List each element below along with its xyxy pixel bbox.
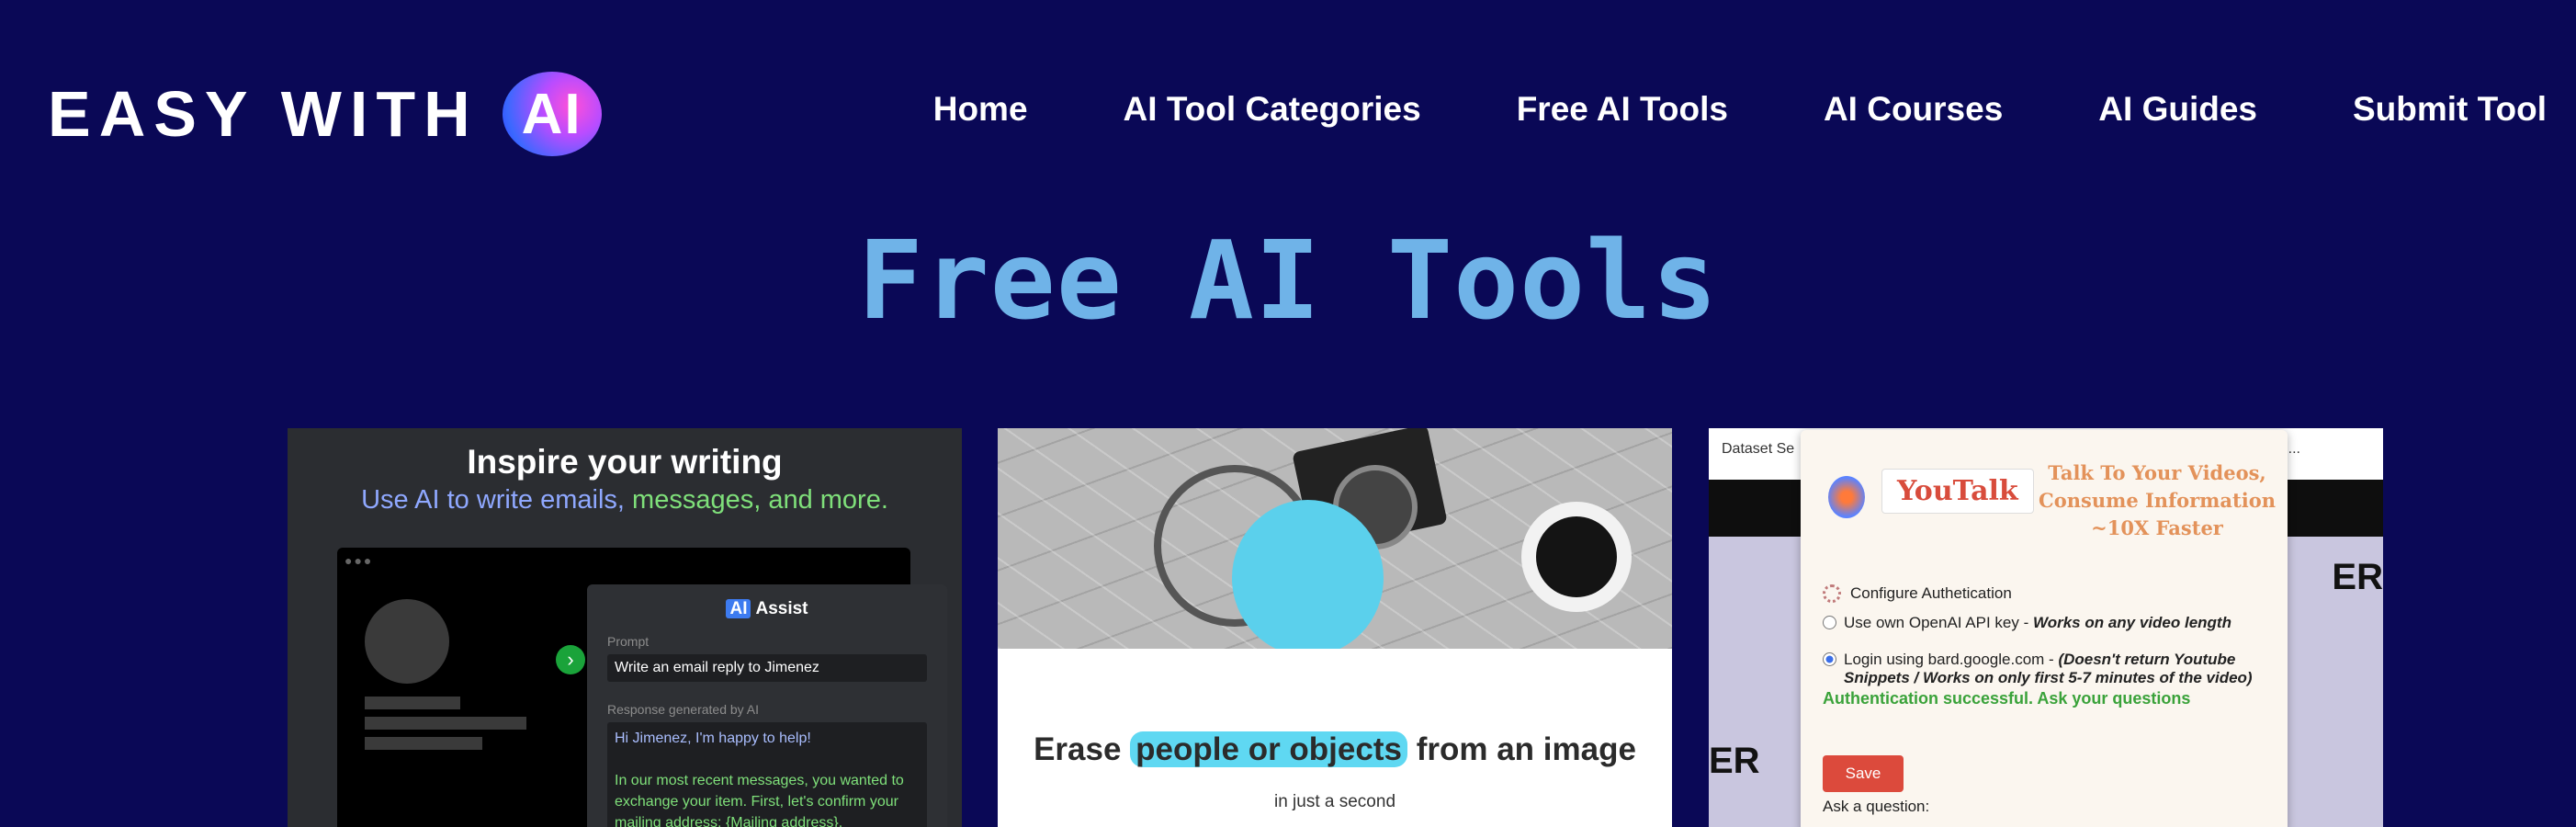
logo-text: EASY WITH — [48, 78, 479, 150]
card-subline: in just a second — [1273, 792, 1396, 811]
headline-highlight: people or objects — [1130, 731, 1407, 767]
nav-ai-tool-categories[interactable]: AI Tool Categories — [1124, 90, 1421, 129]
nav-submit-tool[interactable]: Submit Tool — [2353, 90, 2547, 129]
response-greeting: Hi Jimenez, I'm happy to help! — [615, 731, 811, 746]
response-body: In our most recent messages, you wanted … — [615, 773, 904, 827]
auth-status: Authentication successful. Ask your ques… — [1823, 689, 2191, 708]
tool-card-erase[interactable]: Erase people or objects from an image in… — [998, 428, 1672, 827]
avatar-placeholder — [365, 599, 449, 684]
nav-ai-guides[interactable]: AI Guides — [2098, 90, 2257, 129]
nav-home[interactable]: Home — [933, 90, 1028, 129]
save-button[interactable]: Save — [1823, 755, 1904, 792]
brand-name: YouTalk — [1881, 469, 2034, 514]
nav-ai-courses[interactable]: AI Courses — [1824, 90, 2003, 129]
browser-tab: Dataset Se — [1722, 441, 1795, 457]
placeholder-line — [365, 717, 526, 730]
option-bard[interactable]: Login using bard.google.com - (Doesn't r… — [1823, 651, 2254, 687]
radio-bard[interactable] — [1823, 652, 1836, 666]
card-headline: Inspire your writing — [467, 443, 783, 481]
tool-card-youtalk[interactable]: Dataset Se raph... ER ER YouTalk Talk To… — [1709, 428, 2383, 827]
background-text: ER — [1709, 741, 1760, 781]
prompt-field: Write an email reply to Jimenez — [607, 654, 927, 682]
prompt-label: Prompt — [607, 634, 650, 649]
radio-openai[interactable] — [1823, 616, 1836, 629]
ask-label: Ask a question: — [1823, 798, 1930, 815]
brand-tagline: Talk To Your Videos, Consume Information… — [2039, 461, 2276, 539]
page-title: Free AI Tools — [857, 217, 1719, 344]
gear-icon — [1823, 584, 1841, 603]
window-dots-icon: ●●● — [345, 553, 374, 568]
coffee-cup-image — [1521, 502, 1632, 612]
headline-post: from an image — [1416, 731, 1636, 767]
option-label: Login using bard.google.com - (Doesn't r… — [1844, 651, 2253, 686]
nav-free-ai-tools[interactable]: Free AI Tools — [1517, 90, 1728, 129]
placeholder-line — [365, 697, 460, 709]
ai-badge: AI — [726, 599, 751, 618]
desk-photo — [998, 428, 1672, 649]
tool-card-writing[interactable]: Inspire your writing Use AI to write ema… — [288, 428, 962, 827]
configure-row: Configure Authetication — [1823, 584, 2012, 603]
logo-ai-badge: AI — [502, 72, 602, 156]
background-text: ER — [2332, 557, 2383, 597]
card-subline-highlight: messages, and more. — [632, 485, 888, 515]
site-logo[interactable]: EASY WITH AI — [48, 70, 602, 158]
erase-highlight-mask — [1232, 500, 1384, 649]
assist-label: Assist — [755, 599, 808, 618]
ai-assist-panel: AI Assist Prompt Write an email reply to … — [587, 584, 947, 827]
assist-title: AI Assist — [587, 599, 947, 619]
configure-label: Configure Authetication — [1850, 584, 2012, 602]
placeholder-line — [365, 737, 482, 750]
option-openai[interactable]: Use own OpenAI API key - Works on any vi… — [1823, 614, 2231, 632]
headline-pre: Erase — [1034, 731, 1122, 767]
card-subline-part: Use AI to write emails, — [361, 485, 633, 515]
youtalk-logo-icon — [1828, 476, 1865, 518]
extension-popup: YouTalk Talk To Your Videos, Consume Inf… — [1801, 430, 2288, 827]
response-text: Hi Jimenez, I'm happy to help! In our mo… — [607, 722, 927, 827]
card-subline: Use AI to write emails, messages, and mo… — [288, 485, 962, 515]
main-nav: Home AI Tool Categories Free AI Tools AI… — [933, 90, 2547, 129]
response-label: Response generated by AI — [607, 702, 760, 717]
mock-app-window: ●●● › AI Assist Prompt Write an email rep… — [337, 548, 947, 827]
coffee — [1536, 516, 1617, 597]
card-headline: Erase people or objects from an image — [998, 731, 1672, 768]
option-label: Use own OpenAI API key - Works on any vi… — [1844, 614, 2231, 631]
chevron-right-icon: › — [556, 645, 585, 674]
